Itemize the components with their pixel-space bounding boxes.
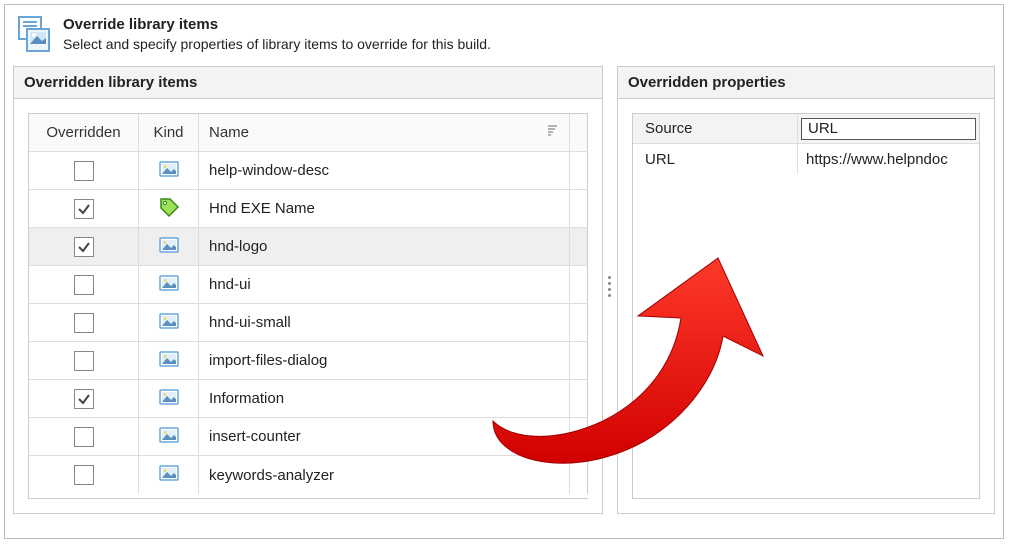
table-row[interactable]: help-window-desc <box>29 152 588 190</box>
property-value-source[interactable]: URL <box>801 118 976 140</box>
overridden-checkbox[interactable] <box>74 427 94 447</box>
cell-kind <box>139 380 199 417</box>
image-icon <box>158 386 180 412</box>
image-icon <box>158 158 180 184</box>
image-icon <box>158 310 180 336</box>
overridden-checkbox[interactable] <box>74 275 94 295</box>
cell-overridden <box>29 456 139 494</box>
cell-name: help-window-desc <box>199 152 570 189</box>
table-row[interactable]: hnd-logo <box>29 228 588 266</box>
cell-kind <box>139 304 199 341</box>
sort-asc-icon <box>547 125 559 140</box>
table-row[interactable]: Information <box>29 380 588 418</box>
col-kind[interactable]: Kind <box>139 114 199 151</box>
table-header-row: Overridden Kind Name <box>29 114 588 152</box>
cell-name: Hnd EXE Name <box>199 190 570 227</box>
panel-splitter[interactable] <box>608 276 611 297</box>
overridden-checkbox[interactable] <box>74 389 94 409</box>
cell-kind <box>139 342 199 379</box>
cell-name: keywords-analyzer <box>199 456 570 494</box>
cell-kind <box>139 456 199 494</box>
image-icon <box>158 272 180 298</box>
overridden-checkbox[interactable] <box>74 237 94 257</box>
library-items-table: Overridden Kind Name help-window-descHnd… <box>28 113 588 499</box>
cell-overridden <box>29 380 139 417</box>
header-subtitle: Select and specify properties of library… <box>63 35 491 54</box>
property-label: Source <box>633 114 798 143</box>
header-title: Override library items <box>63 15 491 35</box>
cell-name: Information <box>199 380 570 417</box>
col-spacer <box>570 114 588 151</box>
properties-grid: Source URL URL https://www.helpndoc <box>632 113 980 499</box>
overridden-checkbox[interactable] <box>74 465 94 485</box>
cell-name: hnd-logo <box>199 228 570 265</box>
property-label: URL <box>633 144 798 174</box>
overridden-checkbox[interactable] <box>74 313 94 333</box>
image-icon <box>158 424 180 450</box>
cell-kind <box>139 152 199 189</box>
cell-kind <box>139 418 199 455</box>
cell-kind <box>139 190 199 227</box>
overridden-items-panel: Overridden library items Overridden Kind… <box>13 66 603 514</box>
cell-overridden <box>29 228 139 265</box>
overridden-checkbox[interactable] <box>74 199 94 219</box>
property-value-url[interactable]: https://www.helpndoc <box>798 144 979 174</box>
overridden-properties-panel: Overridden properties Source URL URL htt… <box>617 66 995 514</box>
dialog-panel: Override library items Select and specif… <box>4 4 1004 539</box>
cell-name: hnd-ui-small <box>199 304 570 341</box>
cell-overridden <box>29 342 139 379</box>
table-row[interactable]: hnd-ui-small <box>29 304 588 342</box>
cell-name: insert-counter <box>199 418 570 455</box>
cell-overridden <box>29 304 139 341</box>
property-row-url[interactable]: URL https://www.helpndoc <box>633 144 979 174</box>
image-icon <box>158 348 180 374</box>
table-row[interactable]: keywords-analyzer <box>29 456 588 494</box>
cell-overridden <box>29 266 139 303</box>
property-row-source[interactable]: Source URL <box>633 114 979 144</box>
cell-kind <box>139 228 199 265</box>
table-row[interactable]: insert-counter <box>29 418 588 456</box>
cell-kind <box>139 266 199 303</box>
table-row[interactable]: hnd-ui <box>29 266 588 304</box>
cell-name: import-files-dialog <box>199 342 570 379</box>
col-overridden[interactable]: Overridden <box>29 114 139 151</box>
tag-icon <box>158 196 180 222</box>
cell-overridden <box>29 190 139 227</box>
image-icon <box>158 462 180 488</box>
overridden-checkbox[interactable] <box>74 351 94 371</box>
header: Override library items Select and specif… <box>13 13 995 66</box>
table-row[interactable]: Hnd EXE Name <box>29 190 588 228</box>
cell-overridden <box>29 152 139 189</box>
overridden-checkbox[interactable] <box>74 161 94 181</box>
cell-overridden <box>29 418 139 455</box>
image-icon <box>158 234 180 260</box>
cell-name: hnd-ui <box>199 266 570 303</box>
library-items-icon <box>15 15 53 56</box>
col-name-label: Name <box>209 124 249 141</box>
overridden-items-title: Overridden library items <box>14 67 602 99</box>
col-name[interactable]: Name <box>199 114 570 151</box>
overridden-properties-title: Overridden properties <box>618 67 994 99</box>
table-row[interactable]: import-files-dialog <box>29 342 588 380</box>
